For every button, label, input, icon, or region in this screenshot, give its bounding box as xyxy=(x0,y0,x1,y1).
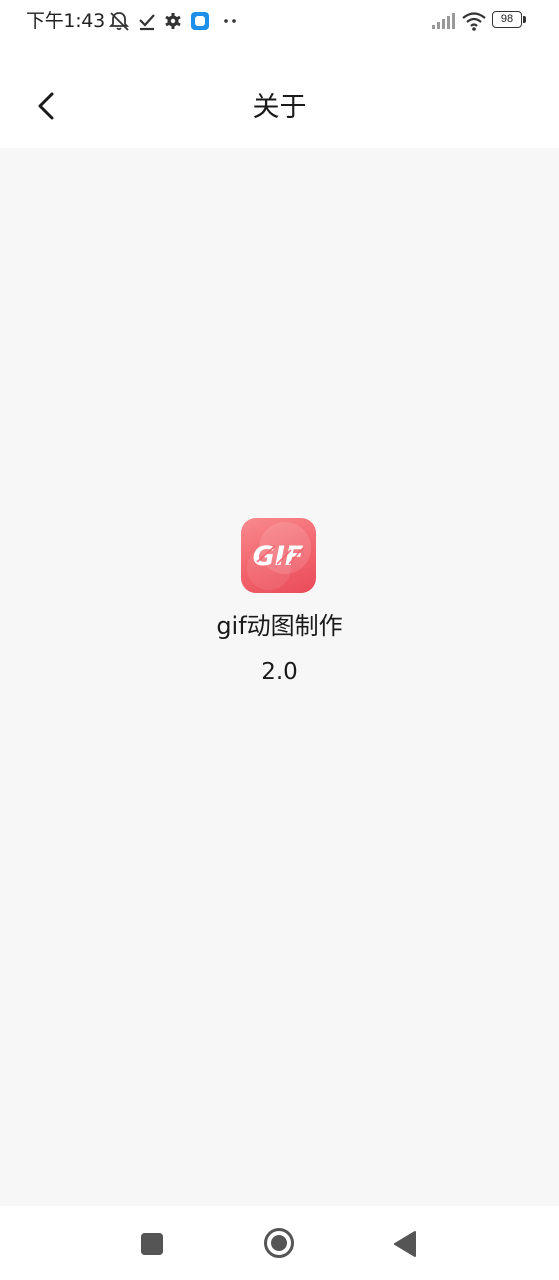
signal-icon xyxy=(432,13,455,29)
system-nav-bar xyxy=(0,1206,559,1280)
gif-logo-icon: GIF xyxy=(247,522,311,590)
app-name: gif动图制作 xyxy=(216,612,343,640)
check-icon xyxy=(139,14,155,31)
home-circle-icon[interactable] xyxy=(263,1227,295,1259)
back-triangle-icon[interactable] xyxy=(393,1230,417,1258)
status-time: 下午1:43 xyxy=(26,10,105,32)
app-logo: GIF xyxy=(241,518,316,593)
page-title: 关于 xyxy=(252,92,307,123)
app-version: 2.0 xyxy=(261,659,298,685)
wifi-icon xyxy=(462,12,486,31)
app-notification-icon xyxy=(191,12,209,30)
battery-tip xyxy=(523,16,526,23)
battery-icon: 98 xyxy=(492,11,522,28)
title-bar: 关于 xyxy=(0,42,559,148)
recents-square-icon[interactable] xyxy=(140,1232,164,1256)
mute-notification-icon xyxy=(108,12,130,31)
status-bar: 下午1:43 98 xyxy=(0,0,559,42)
gear-icon xyxy=(165,13,181,29)
more-dots-icon xyxy=(224,19,236,23)
